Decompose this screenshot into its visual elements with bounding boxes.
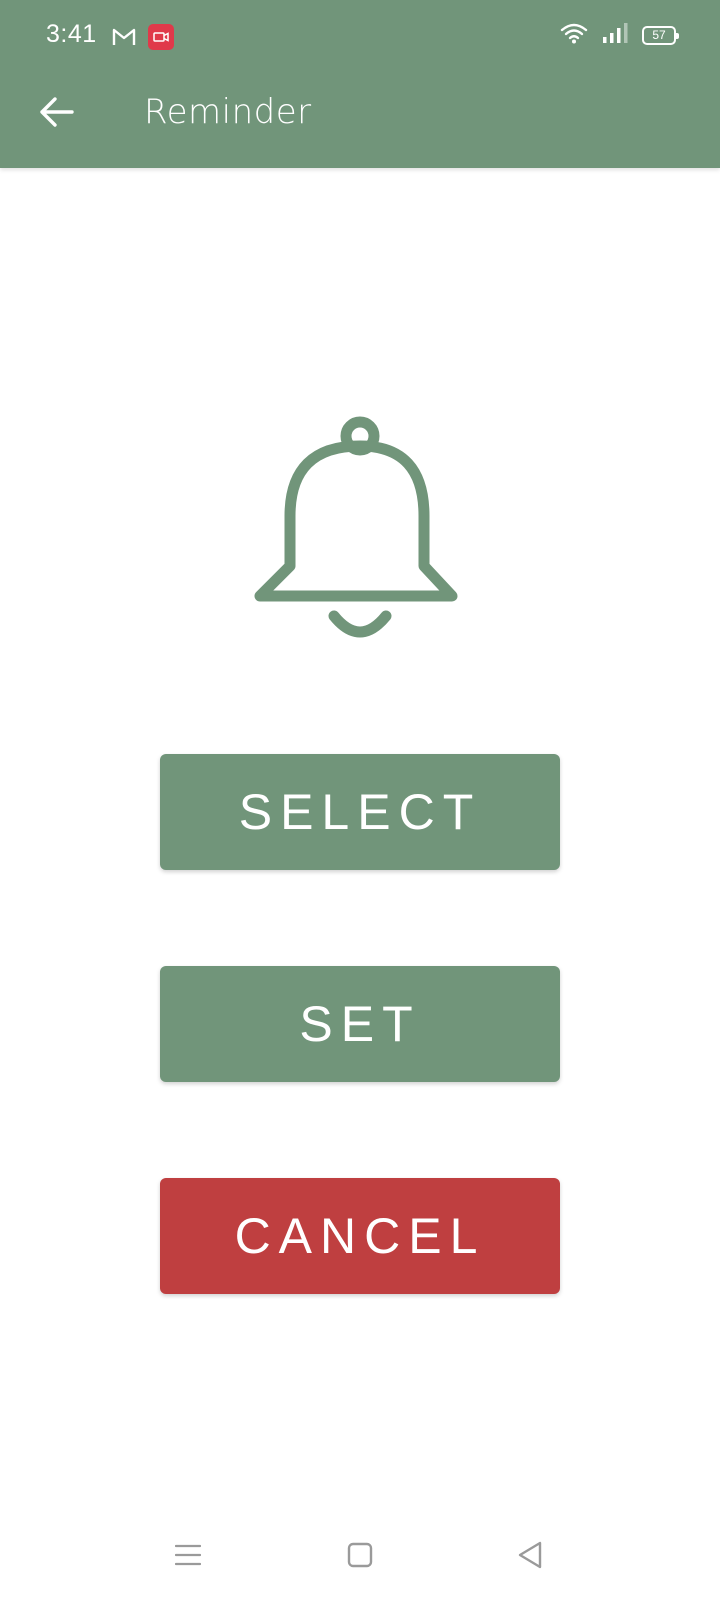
select-button[interactable]: SELECT	[160, 754, 560, 870]
arrow-left-icon	[40, 97, 74, 127]
status-right-icons: 57	[560, 22, 679, 48]
wifi-icon	[560, 22, 588, 48]
back-button[interactable]	[32, 88, 80, 136]
back-nav-button[interactable]	[505, 1530, 555, 1580]
home-nav-button[interactable]	[335, 1530, 385, 1580]
status-left-icons	[112, 24, 174, 54]
battery-icon: 57	[642, 25, 679, 45]
menu-icon	[175, 1544, 201, 1566]
system-nav-bar	[0, 1500, 720, 1600]
menu-nav-button[interactable]	[163, 1530, 213, 1580]
back-triangle-icon	[518, 1541, 542, 1569]
app-bar: 3:41 57 Reminder	[0, 0, 720, 168]
signal-icon	[602, 22, 628, 48]
home-square-icon	[347, 1542, 373, 1568]
gmail-icon	[112, 27, 136, 51]
cancel-button[interactable]: CANCEL	[160, 1178, 560, 1294]
page-title: Reminder	[144, 92, 312, 132]
bell-icon	[252, 416, 462, 640]
status-time: 3:41	[46, 20, 97, 48]
screen-record-icon	[148, 24, 174, 54]
set-button[interactable]: SET	[160, 966, 560, 1082]
